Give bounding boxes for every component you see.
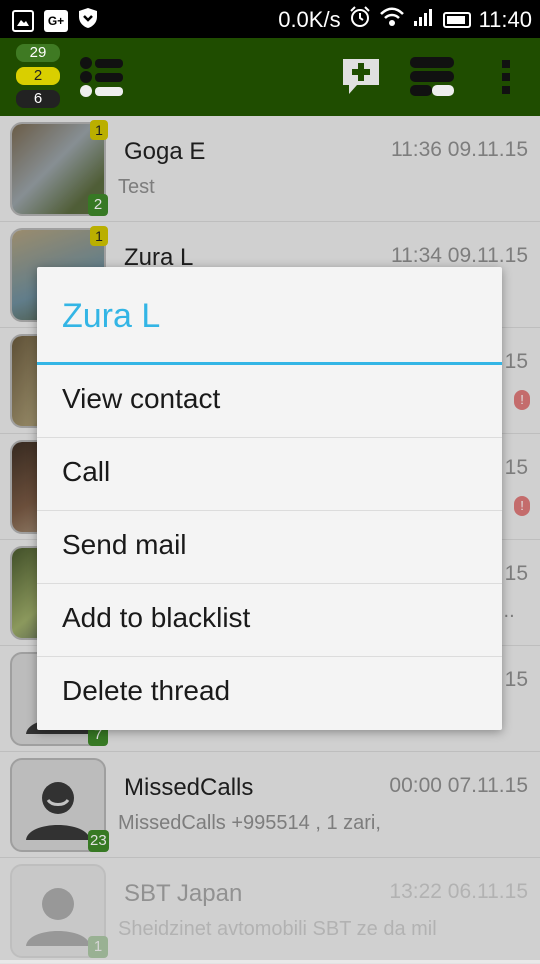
view-toggle-icon[interactable] [408, 56, 456, 98]
clock: 11:40 [478, 7, 532, 32]
list-menu-icon[interactable] [78, 56, 126, 98]
overflow-menu-icon[interactable] [496, 56, 516, 98]
dialog-title: Zura L [37, 267, 502, 365]
counter-other: 6 [16, 90, 60, 108]
google-plus-icon: G+ [44, 9, 68, 32]
toolbar: 29 2 6 [0, 38, 540, 116]
battery-icon [442, 12, 471, 28]
menu-item-view-contact[interactable]: View contact [37, 365, 502, 438]
new-message-icon[interactable] [340, 56, 382, 98]
menu-item-send-mail[interactable]: Send mail [37, 511, 502, 584]
menu-item-add-to-blacklist[interactable]: Add to blacklist [37, 584, 502, 657]
wifi-icon [379, 7, 405, 33]
image-icon [12, 9, 34, 32]
shield-icon [78, 7, 98, 34]
network-speed: 0.0K/s [278, 7, 341, 32]
menu-item-delete-thread[interactable]: Delete thread [37, 657, 502, 730]
signal-icon [413, 7, 435, 33]
alarm-icon [349, 6, 371, 34]
menu-item-call[interactable]: Call [37, 438, 502, 511]
context-menu-dialog: Zura L View contact Call Send mail Add t… [37, 267, 502, 730]
counter-unread: 2 [16, 67, 60, 85]
counter-total: 29 [16, 44, 60, 62]
status-bar: G+ 0.0K/s 11:40 [0, 0, 540, 38]
